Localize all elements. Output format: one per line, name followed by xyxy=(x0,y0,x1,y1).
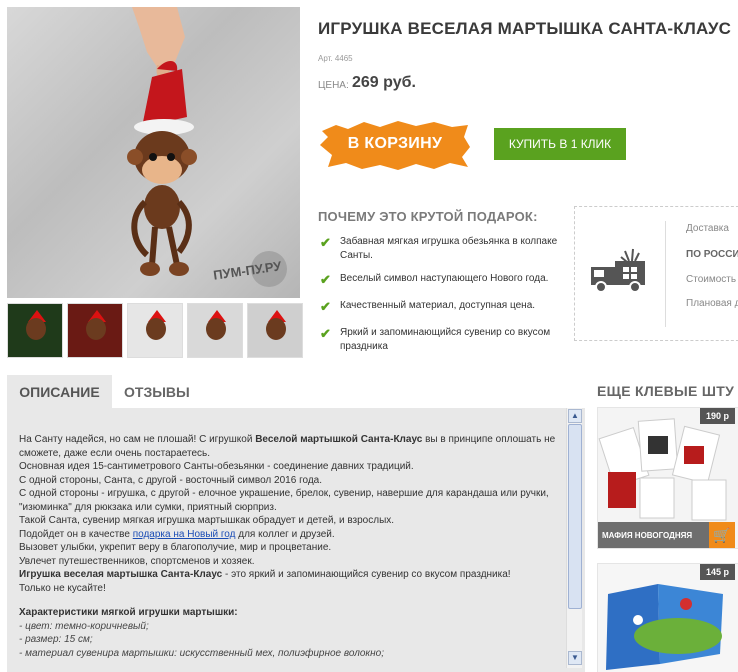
spec-title: Характеристики мягкой игрушки мартышки: xyxy=(19,607,238,618)
why-gift-title: ПОЧЕМУ ЭТО КРУТОЙ ПОДАРОК: xyxy=(318,209,538,224)
paragraph: С одной стороны, Санта, с другой - восто… xyxy=(19,474,323,486)
card-price: 190 р xyxy=(699,408,735,424)
scroll-down-icon[interactable]: ▼ xyxy=(568,651,582,665)
paragraph: Такой Санта, сувенир мягкая игрушка март… xyxy=(19,515,395,526)
delivery-panel: Доставка ПО РОССИ Стоимость Плановая д xyxy=(574,206,738,341)
thumbnail[interactable] xyxy=(127,303,183,358)
thumbnail[interactable] xyxy=(187,303,243,358)
paragraph: Увлечет путешественников, спортсменов и … xyxy=(19,555,255,567)
description-scrollbar[interactable]: ▲ ▼ xyxy=(566,408,582,668)
paragraph: Только не кусайте! xyxy=(19,582,106,594)
paragraph: На Санту надейся, но сам не плошай! С иг… xyxy=(19,434,556,459)
delivery-truck-icon xyxy=(591,248,645,293)
paragraph: Игрушка веселая мартышка Санта-Клаус - э… xyxy=(19,569,511,580)
description-panel[interactable]: На Санту надейся, но сам не плошай! С иг… xyxy=(7,408,585,672)
related-card[interactable]: 145 р xyxy=(597,563,738,672)
check-icon: ✔ xyxy=(320,326,331,341)
card-caption: МАФИЯ НОВОГОДНЯЯ xyxy=(598,522,710,548)
list-item: ✔ Качественный материал, доступная цена. xyxy=(320,299,536,314)
check-icon: ✔ xyxy=(320,272,331,287)
product-sku: Арт. 4465 xyxy=(318,54,353,63)
delivery-planned: Плановая д xyxy=(686,298,738,309)
tab-reviews[interactable]: ОТЗЫВЫ xyxy=(124,375,190,408)
product-title: ИГРУШКА ВЕСЕЛАЯ МАРТЫШКА САНТА-КЛАУС xyxy=(318,19,732,38)
spec-item: - размер: 15 см; xyxy=(19,634,93,645)
product-main-image[interactable]: ПУМ-ПУ.РУ xyxy=(7,7,300,298)
related-title: ЕЩЕ КЛЕВЫЕ ШТУ xyxy=(597,383,735,399)
scroll-up-icon[interactable]: ▲ xyxy=(568,409,582,423)
paragraph: Основная идея 15-сантиметрового Санты-об… xyxy=(19,461,414,472)
tab-description[interactable]: ОПИСАНИЕ xyxy=(7,375,112,408)
card-image xyxy=(598,564,738,672)
check-icon: ✔ xyxy=(320,299,331,314)
list-item: ✔ Веселый символ наступающего Нового года… xyxy=(320,272,549,287)
thumbnail-strip xyxy=(7,303,303,358)
tabs-bar: ОПИСАНИЕ ОТЗЫВЫ xyxy=(7,375,585,408)
cart-icon[interactable]: 🛒 xyxy=(709,522,735,548)
add-to-cart-button[interactable]: В КОРЗИНУ xyxy=(318,117,472,172)
thumbnail[interactable] xyxy=(67,303,123,358)
card-price: 145 р xyxy=(699,564,735,580)
thumbnail[interactable] xyxy=(7,303,63,358)
paragraph: Вызовет улыбки, укрепит веру в благополу… xyxy=(19,542,332,553)
paragraph: С одной стороны - игрушка, с другой - ел… xyxy=(19,488,549,513)
list-item: ✔ Забавная мягкая игрушка обезьянка в кол… xyxy=(320,235,558,262)
delivery-label: Доставка xyxy=(686,223,729,234)
check-icon: ✔ xyxy=(320,235,331,250)
spec-item: - материал сувенира мартышки: искусствен… xyxy=(19,647,384,659)
delivery-region: ПО РОССИ xyxy=(686,249,738,260)
monkey-toy-illustration xyxy=(127,7,287,287)
price-label: ЦЕНА: xyxy=(318,80,349,91)
scroll-thumb[interactable] xyxy=(568,424,582,609)
list-item: ✔ Яркий и запоминающийся сувенир со вкусо… xyxy=(320,326,551,353)
delivery-cost: Стоимость xyxy=(686,274,737,285)
related-card[interactable]: 190 р МАФИЯ НОВОГОДНЯЯ 🛒 xyxy=(597,407,738,549)
spec-item: - цвет: темно-коричневый; xyxy=(19,620,149,632)
paragraph: Подойдет он в качестве подарка на Новый … xyxy=(19,528,335,540)
product-price: 269 руб. xyxy=(352,74,416,91)
divider xyxy=(665,221,666,327)
thumbnail[interactable] xyxy=(247,303,303,358)
why-gift-list: ✔ Забавная мягкая игрушка обезьянка в кол… xyxy=(320,235,568,368)
add-to-cart-label: В КОРЗИНУ xyxy=(347,135,443,152)
buy-one-click-button[interactable]: КУПИТЬ В 1 КЛИК xyxy=(494,128,626,160)
description-text: На Санту надейся, но сам не плошай! С иг… xyxy=(19,433,559,660)
gift-link[interactable]: подарка на Новый год xyxy=(133,529,236,540)
